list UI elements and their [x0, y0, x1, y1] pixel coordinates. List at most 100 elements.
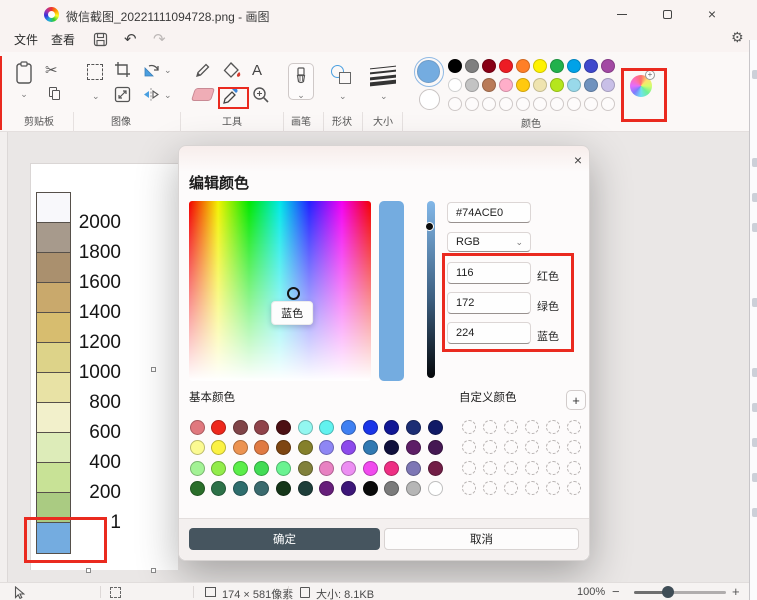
custom-color-empty-slot[interactable] [483, 440, 497, 454]
save-button[interactable] [93, 32, 108, 52]
palette-color-swatch[interactable] [499, 59, 513, 73]
palette-color-swatch[interactable] [584, 78, 598, 92]
custom-color-empty-slot[interactable] [462, 481, 476, 495]
palette-empty-slot[interactable] [448, 97, 462, 111]
palette-empty-slot[interactable] [465, 97, 479, 111]
settings-button[interactable]: ⚙ [731, 29, 744, 46]
custom-color-empty-slot[interactable] [483, 461, 497, 475]
custom-color-empty-slot[interactable] [546, 420, 560, 434]
custom-color-empty-slot[interactable] [504, 420, 518, 434]
palette-color-swatch[interactable] [550, 78, 564, 92]
menu-file[interactable]: 文件 [8, 28, 44, 51]
palette-empty-slot[interactable] [516, 97, 530, 111]
redo-icon: ↷ [153, 31, 166, 48]
resize-button[interactable] [114, 86, 131, 108]
custom-color-empty-slot[interactable] [504, 481, 518, 495]
background-window-fragment [752, 298, 757, 307]
undo-button[interactable]: ↶ [124, 30, 137, 48]
palette-empty-slot[interactable] [482, 97, 496, 111]
palette-color-swatch[interactable] [567, 78, 581, 92]
custom-color-empty-slot[interactable] [525, 440, 539, 454]
palette-empty-slot[interactable] [499, 97, 513, 111]
palette-color-swatch[interactable] [533, 78, 547, 92]
custom-color-empty-slot[interactable] [546, 440, 560, 454]
zoom-slider-thumb[interactable] [662, 586, 674, 598]
copy-button[interactable] [49, 87, 60, 100]
gear-icon: ⚙ [731, 29, 744, 45]
canvas-handle-bottom[interactable] [86, 568, 91, 573]
palette-color-swatch[interactable] [448, 59, 462, 73]
background-color-well[interactable] [419, 89, 440, 110]
palette-color-swatch[interactable] [533, 59, 547, 73]
legend-swatch [37, 463, 70, 493]
crop-button[interactable] [114, 61, 131, 83]
size-chevron-icon: ⌄ [380, 91, 388, 101]
custom-color-empty-slot[interactable] [546, 461, 560, 475]
custom-color-empty-slot[interactable] [462, 420, 476, 434]
palette-empty-slot[interactable] [584, 97, 598, 111]
palette-empty-slot[interactable] [567, 97, 581, 111]
custom-color-empty-slot[interactable] [546, 481, 560, 495]
size-button[interactable] [370, 65, 396, 87]
palette-color-swatch[interactable] [499, 78, 513, 92]
custom-color-empty-slot[interactable] [504, 440, 518, 454]
cancel-button[interactable]: 取消 [384, 528, 579, 550]
palette-color-swatch[interactable] [516, 78, 530, 92]
fill-button[interactable] [223, 62, 242, 84]
canvas-handle-corner[interactable] [151, 568, 156, 573]
palette-color-swatch[interactable] [516, 59, 530, 73]
custom-color-empty-slot[interactable] [567, 461, 581, 475]
zoom-out-button[interactable]: − [612, 584, 620, 599]
maximize-button[interactable] [652, 2, 682, 26]
rotate-button[interactable] [143, 62, 161, 83]
magnifier-button[interactable] [252, 86, 270, 109]
select-button[interactable] [87, 64, 103, 80]
palette-color-swatch[interactable] [482, 59, 496, 73]
legend-label: 1 [110, 512, 121, 533]
custom-color-empty-slot[interactable] [567, 420, 581, 434]
palette-color-swatch[interactable] [448, 78, 462, 92]
custom-color-empty-slot[interactable] [462, 461, 476, 475]
pencil-button[interactable] [194, 62, 211, 84]
palette-color-swatch[interactable] [601, 59, 615, 73]
paste-chevron-icon: ⌄ [20, 89, 28, 99]
palette-color-swatch[interactable] [567, 59, 581, 73]
custom-color-empty-slot[interactable] [525, 420, 539, 434]
flip-button[interactable] [143, 87, 161, 107]
custom-color-empty-slot[interactable] [567, 481, 581, 495]
palette-empty-slot[interactable] [533, 97, 547, 111]
custom-color-empty-slot[interactable] [525, 481, 539, 495]
palette-color-swatch[interactable] [550, 59, 564, 73]
custom-color-empty-slot[interactable] [483, 420, 497, 434]
background-window-fragment [752, 368, 757, 377]
red-annotation-blue-swatch [24, 517, 107, 563]
foreground-color-well[interactable] [414, 57, 444, 87]
palette-color-swatch[interactable] [601, 78, 615, 92]
redo-button[interactable]: ↷ [153, 30, 166, 48]
minimize-button[interactable] [607, 2, 637, 26]
canvas-handle-right[interactable] [151, 367, 156, 372]
canvas-size-text: 174 × 581像素 [222, 589, 294, 600]
custom-color-empty-slot[interactable] [483, 481, 497, 495]
palette-empty-slot[interactable] [601, 97, 615, 111]
close-button[interactable]: × [697, 2, 727, 26]
menu-view[interactable]: 查看 [45, 28, 81, 51]
paste-button[interactable]: ⌄ [14, 61, 34, 99]
cut-button[interactable]: ✂ [45, 61, 58, 79]
palette-color-swatch[interactable] [482, 78, 496, 92]
brushes-button[interactable]: ⌄ [288, 63, 314, 100]
palette-empty-slot[interactable] [550, 97, 564, 111]
zoom-slider-track[interactable] [634, 591, 726, 594]
custom-color-empty-slot[interactable] [525, 461, 539, 475]
palette-color-swatch[interactable] [584, 59, 598, 73]
eraser-button[interactable] [190, 88, 216, 101]
zoom-in-button[interactable]: + [732, 584, 740, 599]
text-tool-button[interactable]: A [252, 62, 262, 79]
custom-color-empty-slot[interactable] [462, 440, 476, 454]
shapes-button[interactable] [331, 65, 353, 85]
custom-color-empty-slot[interactable] [567, 440, 581, 454]
custom-color-empty-slot[interactable] [504, 461, 518, 475]
palette-color-swatch[interactable] [465, 59, 479, 73]
ok-button[interactable]: 确定 [189, 528, 380, 550]
palette-color-swatch[interactable] [465, 78, 479, 92]
